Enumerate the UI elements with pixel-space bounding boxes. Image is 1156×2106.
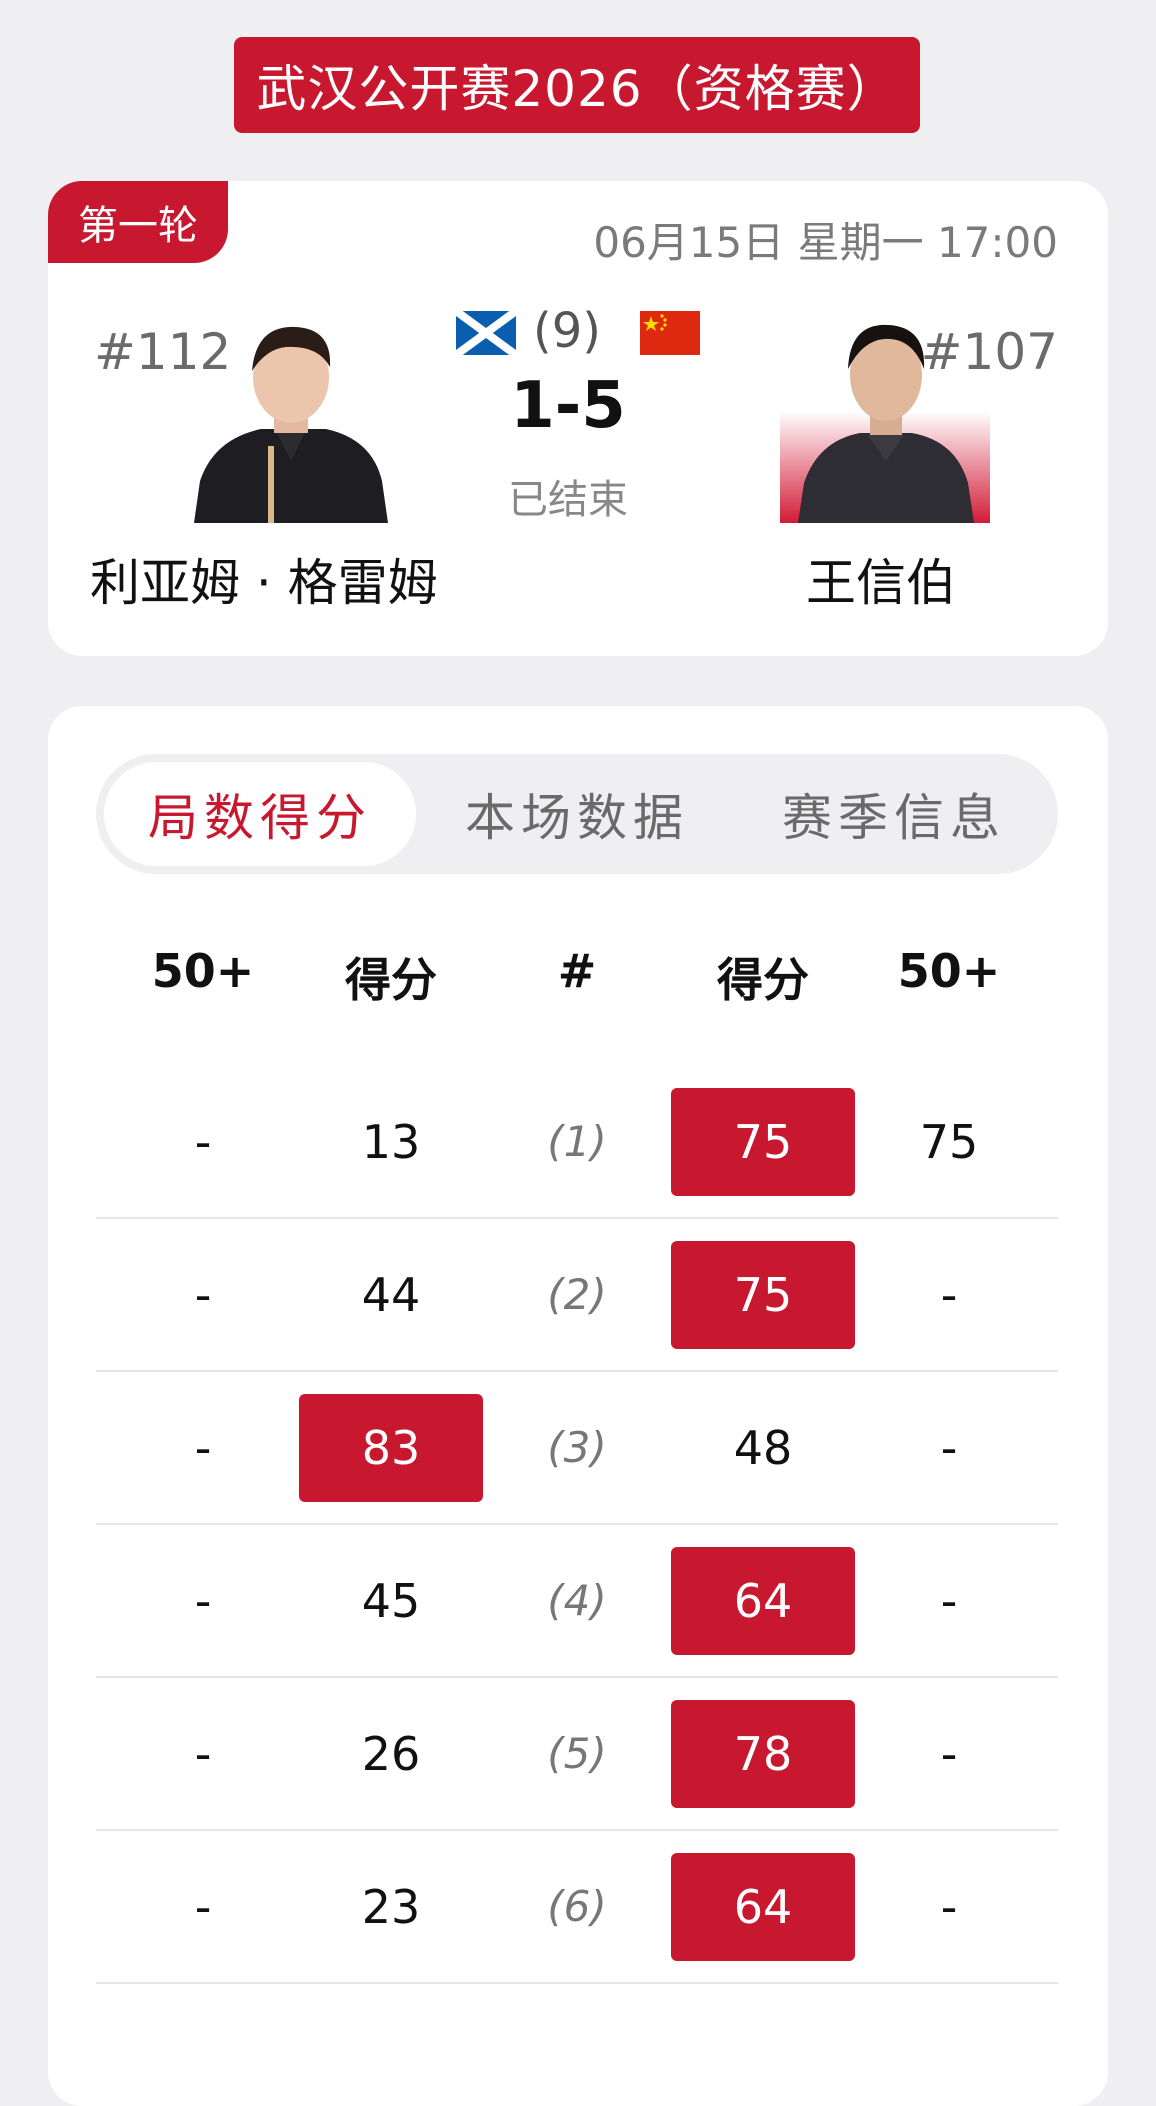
left-50plus-cell-value: - [194,1573,212,1628]
tournament-title: 武汉公开赛2026（资格赛） [234,37,920,133]
frame-number-cell-value: (4) [547,1576,607,1625]
right-50plus-cell-value: - [940,1573,958,1628]
right-50plus-cell: - [856,1831,1042,1982]
left-50plus-cell-value: - [194,1267,212,1322]
frame-number-cell: (2) [484,1219,670,1370]
header-frame-number: # [557,944,597,998]
table-row: - 26 (5) 78 - [96,1678,1058,1831]
frame-number-cell: (6) [484,1831,670,1982]
header-left-50plus: 50+ [151,944,255,998]
frame-winner-score: 83 [299,1393,483,1502]
right-score-cell: 48 [670,1372,856,1523]
right-50plus-cell: - [856,1372,1042,1523]
left-score-cell: 83 [298,1372,484,1523]
left-score-cell-value: 23 [361,1879,421,1934]
frame-number-cell: (1) [484,1066,670,1217]
left-50plus-cell: - [110,1372,296,1523]
right-50plus-cell: - [856,1219,1042,1370]
frame-number-cell: (3) [484,1372,670,1523]
frame-number-cell-value: (2) [547,1270,607,1319]
left-score-cell-value: 13 [361,1114,421,1169]
left-score-cell: 23 [298,1831,484,1982]
frames-card: 局数得分 本场数据 赛季信息 50+ 得分 # 得分 50+ - 13 (1) 75 7… [48,706,1108,2106]
right-score-cell: 64 [670,1831,856,1982]
left-score-cell: 45 [298,1525,484,1676]
frame-winner-score: 64 [671,1546,855,1655]
right-50plus-cell: - [856,1525,1042,1676]
tab-frame-scores[interactable]: 局数得分 [104,762,416,866]
left-50plus-cell: - [110,1831,296,1982]
frame-rows: - 13 (1) 75 75 - 44 (2) 75 - - 83 (3) 48 - - 45 (4) 64 - - 26… [96,1066,1058,1984]
left-50plus-cell: - [110,1066,296,1217]
right-50plus-cell-value: - [940,1420,958,1475]
tab-season-info[interactable]: 赛季信息 [738,762,1050,866]
left-50plus-cell: - [110,1525,296,1676]
china-flag-icon [640,311,700,355]
left-score-cell: 13 [298,1066,484,1217]
right-player-name[interactable]: 王信伯 [806,543,956,615]
table-row: - 83 (3) 48 - [96,1372,1058,1525]
frame-winner-score: 64 [671,1852,855,1961]
header-right-score: 得分 [717,953,809,1007]
left-50plus-cell-value: - [194,1726,212,1781]
table-row: - 13 (1) 75 75 [96,1066,1058,1219]
header-left-score: 得分 [345,953,437,1007]
frame-number-cell: (4) [484,1525,670,1676]
left-50plus-cell: - [110,1678,296,1829]
tab-match-stats[interactable]: 本场数据 [421,762,733,866]
left-50plus-cell: - [110,1219,296,1370]
left-score-cell: 44 [298,1219,484,1370]
left-50plus-cell-value: - [194,1420,212,1475]
right-score-cell: 75 [670,1066,856,1217]
right-player-photo[interactable] [780,311,990,523]
right-50plus-cell-value: - [940,1879,958,1934]
right-50plus-cell-value: - [940,1267,958,1322]
left-score-cell-value: 26 [361,1726,421,1781]
right-score-cell: 78 [670,1678,856,1829]
frame-number-cell-value: (3) [547,1423,607,1472]
left-score-cell-value: 45 [361,1573,421,1628]
right-50plus-cell: - [856,1678,1042,1829]
frame-winner-score: 78 [671,1699,855,1808]
frame-winner-score: 75 [671,1240,855,1349]
left-player-photo[interactable] [186,311,396,523]
right-score-cell-value: 48 [733,1420,793,1475]
left-50plus-cell-value: - [194,1879,212,1934]
match-score: 1-5 [510,369,626,443]
best-of-frames: (9) [533,303,601,359]
match-card[interactable]: 第一轮 06月15日 星期一 17:00 #112 #107 利亚姆 · 格雷姆… [48,181,1108,656]
round-tag: 第一轮 [48,181,228,263]
right-score-cell: 64 [670,1525,856,1676]
match-status: 已结束 [508,477,628,523]
table-row: - 44 (2) 75 - [96,1219,1058,1372]
table-row: - 45 (4) 64 - [96,1525,1058,1678]
frame-number-cell: (5) [484,1678,670,1829]
left-player-name[interactable]: 利亚姆 · 格雷姆 [90,543,438,615]
left-score-cell-value: 44 [361,1267,421,1322]
tab-bar: 局数得分 本场数据 赛季信息 [96,754,1058,874]
frame-winner-score: 75 [671,1087,855,1196]
left-score-cell: 26 [298,1678,484,1829]
frame-number-cell-value: (1) [547,1117,607,1166]
right-50plus-cell-value: 75 [919,1114,979,1169]
frame-number-cell-value: (6) [547,1882,607,1931]
right-score-cell: 75 [670,1219,856,1370]
right-50plus-cell: 75 [856,1066,1042,1217]
table-row: - 23 (6) 64 - [96,1831,1058,1984]
left-50plus-cell-value: - [194,1114,212,1169]
frame-number-cell-value: (5) [547,1729,607,1778]
header-right-50plus: 50+ [897,944,1001,998]
right-50plus-cell-value: - [940,1726,958,1781]
match-datetime: 06月15日 星期一 17:00 [593,218,1058,267]
